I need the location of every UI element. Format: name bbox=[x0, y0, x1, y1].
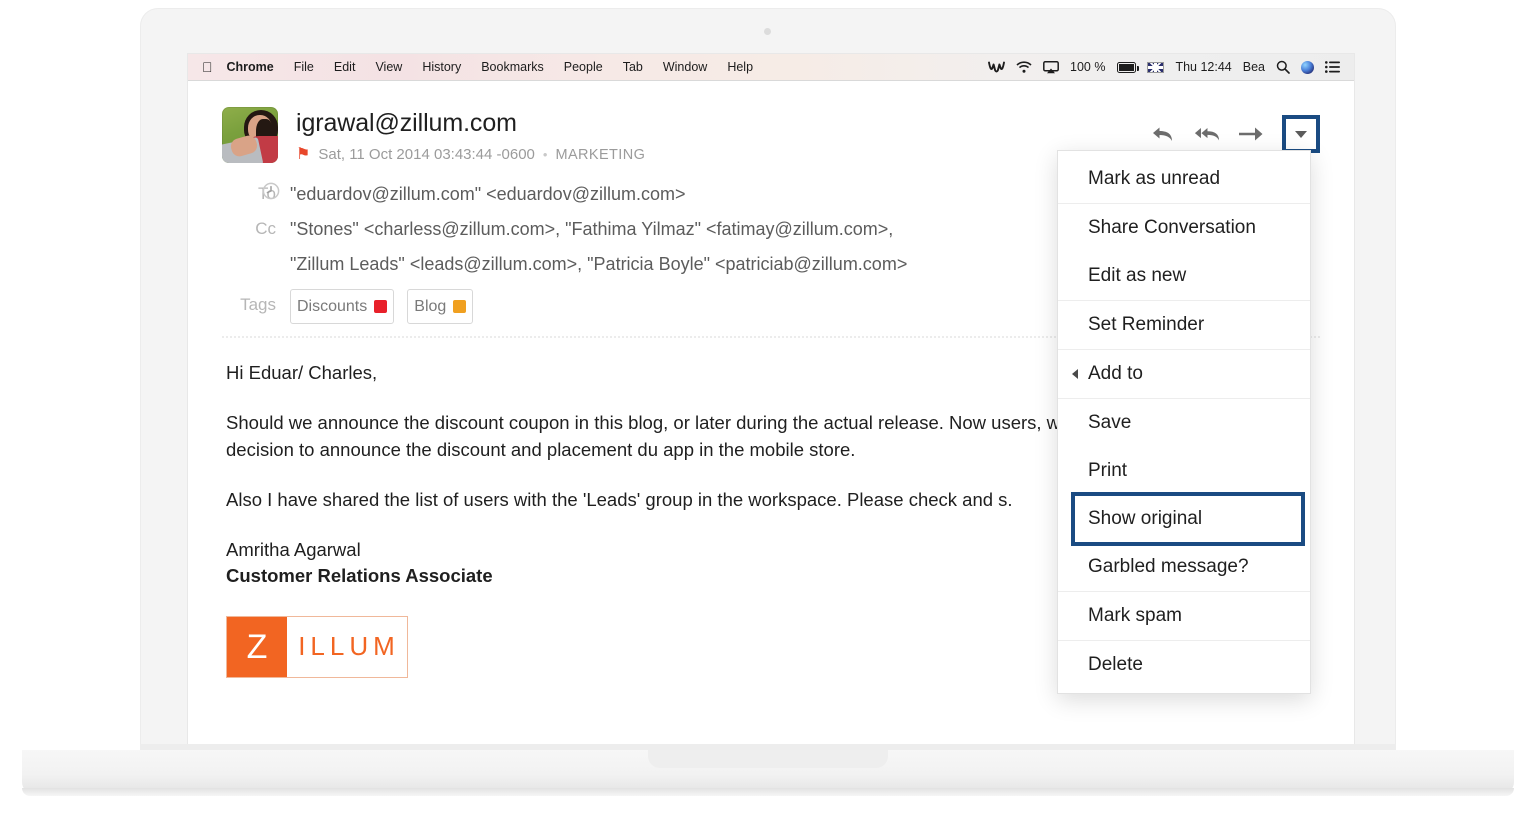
menu-item-add-to[interactable]: Add to bbox=[1058, 350, 1310, 398]
menu-item-chrome[interactable]: Chrome bbox=[227, 60, 284, 74]
tags-label: Tags bbox=[240, 295, 276, 315]
cc-line-2: "Zillum Leads" <leads@zillum.com>, "Patr… bbox=[290, 254, 908, 275]
menu-group-2: Share Conversation Edit as new bbox=[1058, 204, 1310, 301]
menu-item-window[interactable]: Window bbox=[653, 60, 717, 74]
menu-item-mark-spam[interactable]: Mark spam bbox=[1058, 592, 1310, 640]
tag-blog[interactable]: Blog bbox=[407, 288, 474, 325]
tag-blog-label: Blog bbox=[414, 297, 447, 315]
user-label[interactable]: Bea bbox=[1243, 61, 1265, 74]
airplay-icon[interactable] bbox=[1043, 60, 1059, 74]
menu-bar-status-area: 100 % Thu 12:44 Bea bbox=[988, 60, 1344, 74]
message-date: Sat, 11 Oct 2014 03:43:44 -0600 bbox=[318, 146, 535, 163]
menu-group-4: Add to bbox=[1058, 350, 1310, 399]
menu-item-bookmarks[interactable]: Bookmarks bbox=[471, 60, 554, 74]
macos-menu-bar:  Chrome File Edit View History Bookmark… bbox=[188, 54, 1354, 81]
tag-discounts-label: Discounts bbox=[297, 297, 368, 315]
tag-blog-swatch bbox=[453, 300, 467, 314]
message-actions-toolbar bbox=[1150, 107, 1320, 153]
search-icon[interactable] bbox=[1276, 60, 1290, 74]
menu-item-view[interactable]: View bbox=[365, 60, 412, 74]
to-value: "eduardov@zillum.com" <eduardov@zillum.c… bbox=[290, 184, 686, 204]
laptop-screen:  Chrome File Edit View History Bookmark… bbox=[188, 54, 1354, 746]
cc-label: Cc bbox=[255, 219, 276, 239]
menu-group-5: Save Print Show original Garbled message… bbox=[1058, 399, 1310, 592]
message-header-text: igrawal@zillum.com ⚑ Sat, 11 Oct 2014 03… bbox=[296, 107, 1150, 163]
zillum-logo: Z ILLUM bbox=[226, 615, 408, 678]
forward-icon[interactable] bbox=[1238, 121, 1264, 147]
flag-icon[interactable]: ⚑ bbox=[296, 146, 310, 163]
menu-group-1: Mark as unread bbox=[1058, 155, 1310, 204]
submenu-arrow-icon bbox=[1072, 369, 1078, 379]
screenshot-root:  Chrome File Edit View History Bookmark… bbox=[0, 0, 1536, 830]
menu-group-3: Set Reminder bbox=[1058, 301, 1310, 350]
message-category: MARKETING bbox=[555, 146, 646, 163]
battery-percent-label: 100 % bbox=[1070, 59, 1106, 74]
reply-all-icon[interactable] bbox=[1194, 121, 1220, 147]
meta-separator: • bbox=[542, 147, 548, 162]
menu-item-mark-as-unread[interactable]: Mark as unread bbox=[1058, 155, 1310, 203]
more-options-button[interactable] bbox=[1282, 115, 1320, 153]
clock-label[interactable]: Thu 12:44 bbox=[1175, 61, 1231, 74]
menu-item-help[interactable]: Help bbox=[717, 60, 763, 74]
menu-item-print[interactable]: Print bbox=[1058, 447, 1310, 495]
menu-item-show-original[interactable]: Show original bbox=[1071, 492, 1305, 546]
tag-discounts[interactable]: Discounts bbox=[290, 288, 395, 325]
menu-item-save[interactable]: Save bbox=[1058, 399, 1310, 447]
flag-uk-icon[interactable] bbox=[1147, 61, 1165, 73]
menu-item-people[interactable]: People bbox=[554, 60, 613, 74]
chevron-down-icon bbox=[1295, 130, 1307, 138]
sender-address: igrawal@zillum.com bbox=[296, 109, 517, 137]
cc-line-1: "Stones" <charless@zillum.com>, "Fathima… bbox=[290, 219, 894, 240]
reply-icon[interactable] bbox=[1150, 121, 1176, 147]
menu-item-edit[interactable]: Edit bbox=[324, 60, 366, 74]
apple-icon[interactable]:  bbox=[202, 60, 213, 74]
laptop-camera bbox=[764, 28, 771, 35]
more-options-dropdown: Mark as unread Share Conversation Edit a… bbox=[1057, 150, 1311, 694]
mail-icon[interactable] bbox=[988, 61, 1005, 73]
menu-item-add-to-label: Add to bbox=[1088, 363, 1143, 384]
time-icon[interactable] bbox=[262, 182, 280, 200]
menu-item-delete[interactable]: Delete bbox=[1058, 641, 1310, 689]
notifications-icon[interactable] bbox=[1325, 61, 1340, 73]
menu-bar-left:  Chrome File Edit View History Bookmark… bbox=[202, 60, 763, 74]
menu-item-tab[interactable]: Tab bbox=[613, 60, 653, 74]
to-label: To bbox=[258, 184, 276, 203]
battery-icon[interactable] bbox=[1117, 61, 1140, 73]
avatar bbox=[222, 107, 278, 163]
wifi-icon[interactable] bbox=[1016, 61, 1032, 73]
message-meta: ⚑ Sat, 11 Oct 2014 03:43:44 -0600 • MARK… bbox=[296, 146, 1150, 163]
zillum-logo-word: ILLUM bbox=[298, 631, 400, 662]
menu-item-file[interactable]: File bbox=[284, 60, 324, 74]
tag-discounts-swatch bbox=[374, 300, 388, 314]
menu-group-7: Delete bbox=[1058, 641, 1310, 689]
menu-item-garbled-message[interactable]: Garbled message? bbox=[1058, 543, 1310, 591]
laptop-base-notch bbox=[648, 750, 888, 768]
menu-group-6: Mark spam bbox=[1058, 592, 1310, 641]
menu-item-edit-as-new[interactable]: Edit as new bbox=[1058, 252, 1310, 300]
siri-icon[interactable] bbox=[1301, 60, 1314, 74]
cc-value: "Stones" <charless@zillum.com>, "Fathima… bbox=[290, 212, 907, 282]
zillum-logo-mark: Z bbox=[227, 616, 287, 677]
menu-item-set-reminder[interactable]: Set Reminder bbox=[1058, 301, 1310, 349]
laptop-foot bbox=[22, 788, 1514, 796]
tags-list: Discounts Blog bbox=[290, 288, 481, 325]
menu-item-history[interactable]: History bbox=[412, 60, 471, 74]
menu-item-share-conversation[interactable]: Share Conversation bbox=[1058, 204, 1310, 252]
